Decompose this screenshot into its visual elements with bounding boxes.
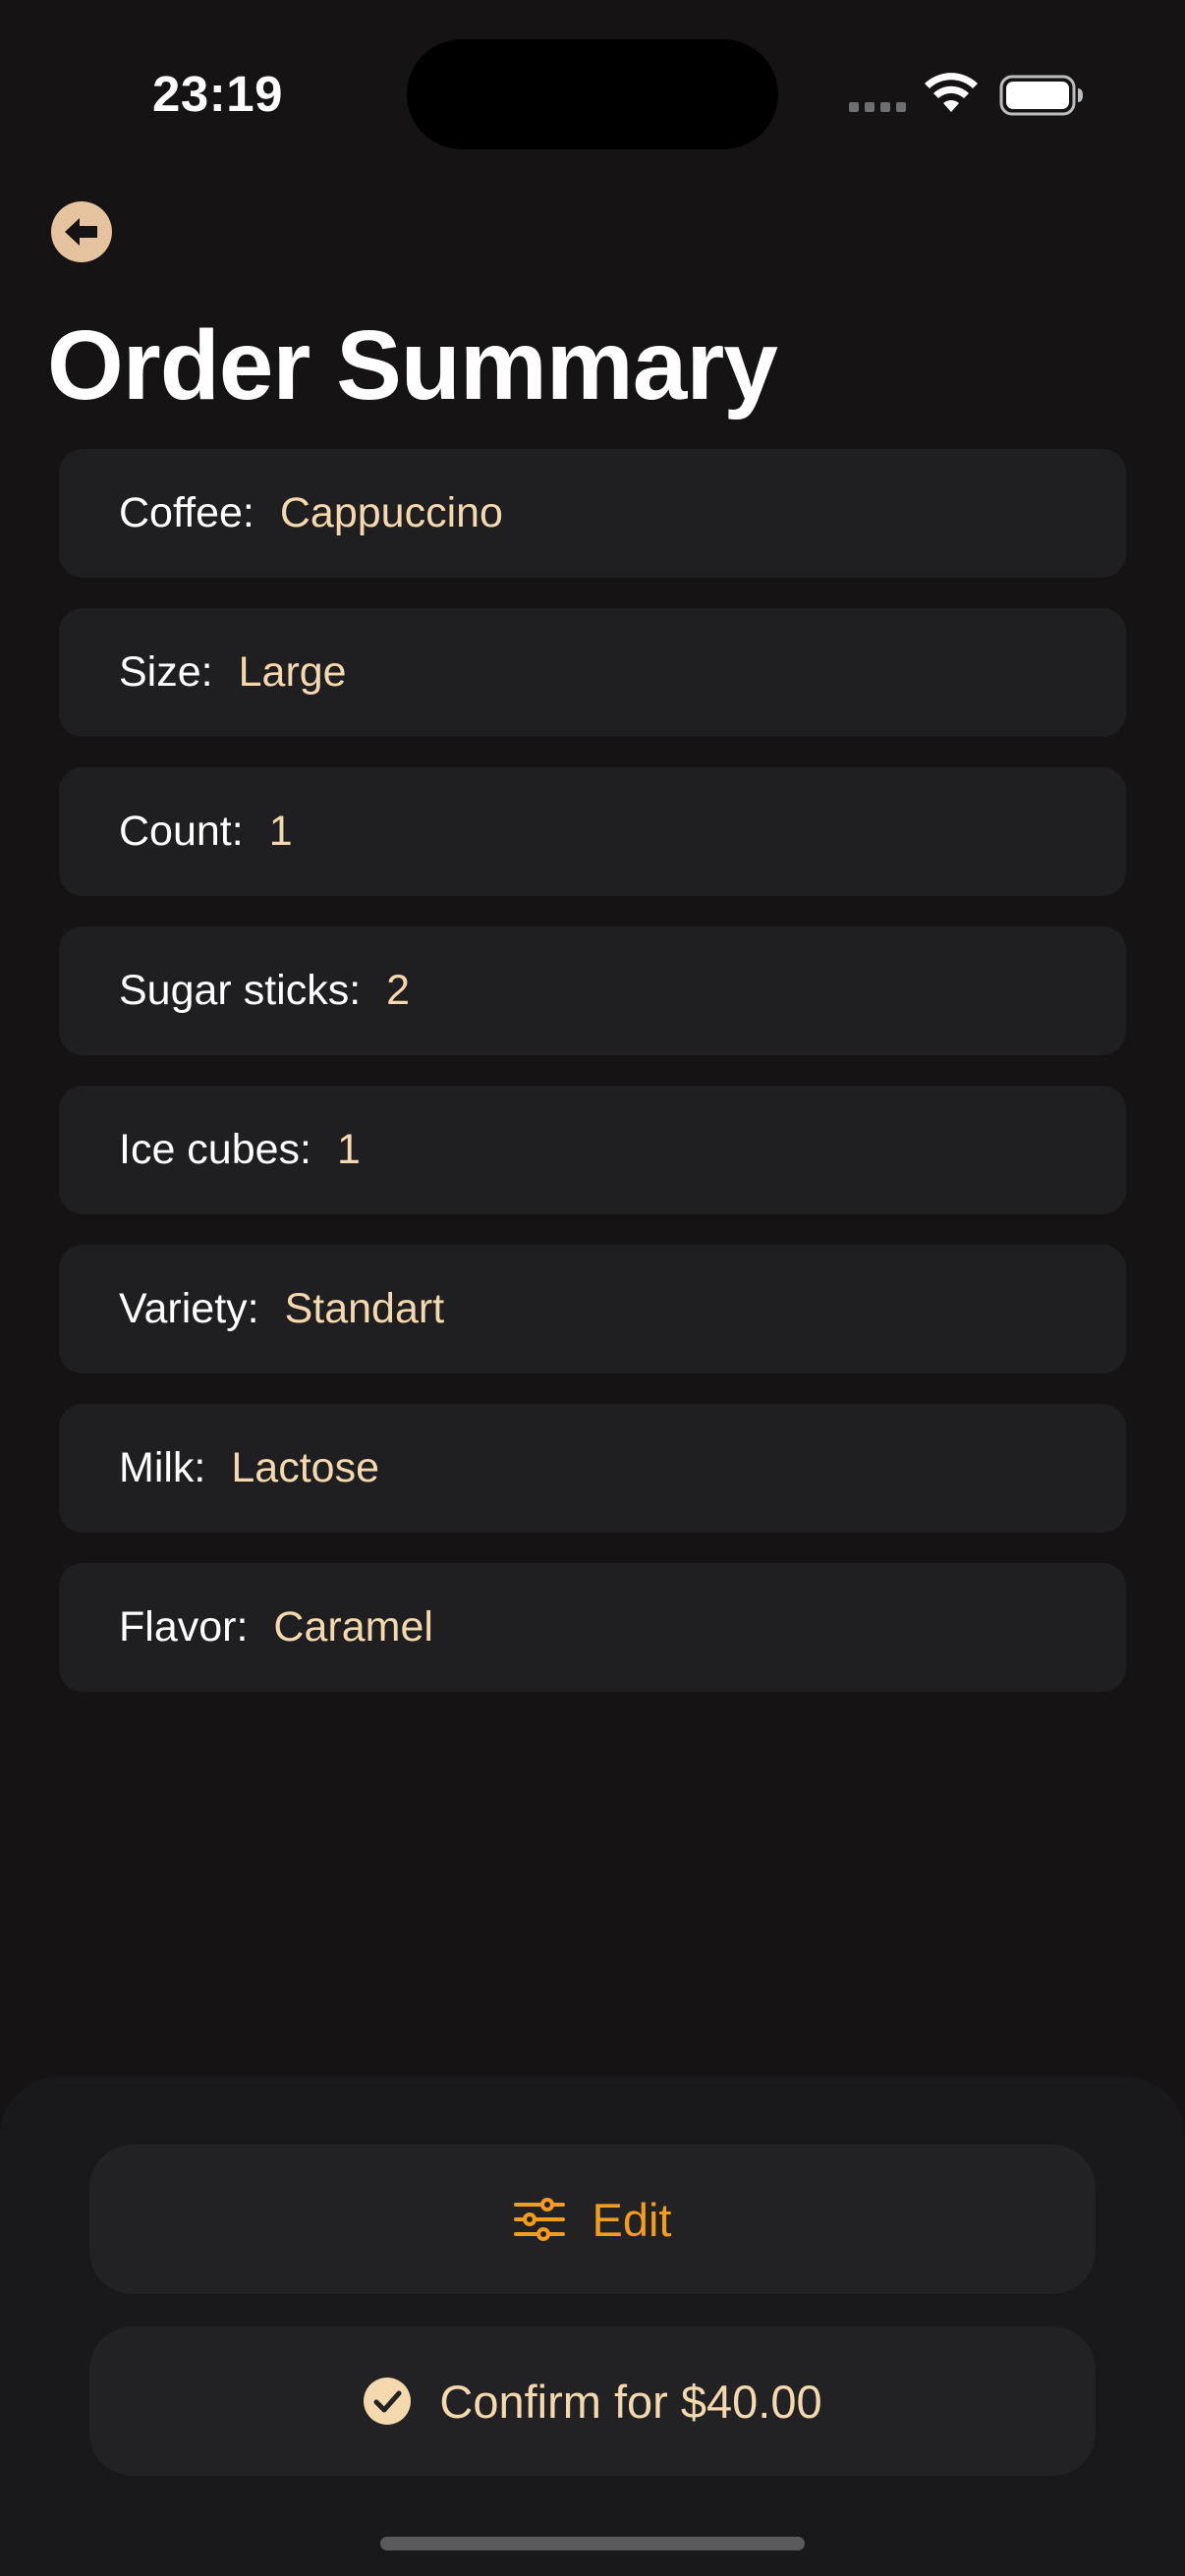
row-value: 1 [337, 1126, 361, 1173]
row-label: Milk: [119, 1444, 206, 1491]
row-label: Variety: [119, 1285, 259, 1332]
order-row-flavor: Flavor: Caramel [59, 1563, 1126, 1692]
row-value: Lactose [231, 1444, 379, 1491]
signal-icon [849, 102, 906, 112]
row-value: Caramel [273, 1603, 433, 1651]
order-row-coffee: Coffee: Cappuccino [59, 449, 1126, 578]
order-row-count: Count: 1 [59, 767, 1126, 896]
confirm-button-label: Confirm for $40.00 [439, 2375, 822, 2428]
sliders-icon [513, 2198, 565, 2241]
row-value: Standart [284, 1285, 445, 1332]
battery-icon [999, 75, 1083, 116]
row-value: Large [238, 648, 347, 696]
home-indicator [380, 2537, 805, 2550]
row-label: Ice cubes: [119, 1126, 311, 1173]
order-summary-screen: 23:19 Order Summary Coffee: Cappuccino S… [0, 0, 1185, 2576]
dynamic-island [407, 39, 778, 149]
order-row-sugar-sticks: Sugar sticks: 2 [59, 926, 1126, 1055]
order-details-list: Coffee: Cappuccino Size: Large Count: 1 … [59, 449, 1126, 1722]
back-button[interactable] [51, 201, 112, 262]
edit-button-label: Edit [592, 2193, 672, 2246]
row-label: Flavor: [119, 1603, 249, 1651]
wifi-icon [925, 73, 978, 112]
row-value: 2 [386, 967, 411, 1014]
order-row-ice-cubes: Ice cubes: 1 [59, 1086, 1126, 1214]
confirm-order-button[interactable]: Confirm for $40.00 [89, 2326, 1096, 2476]
page-title: Order Summary [47, 310, 778, 420]
arrow-left-circle-icon [65, 218, 97, 246]
row-label: Sugar sticks: [119, 967, 362, 1014]
edit-button[interactable]: Edit [89, 2145, 1096, 2294]
row-label: Size: [119, 648, 213, 696]
order-row-variety: Variety: Standart [59, 1245, 1126, 1373]
order-row-milk: Milk: Lactose [59, 1404, 1126, 1533]
row-label: Count: [119, 808, 244, 855]
checkmark-circle-icon [364, 2378, 412, 2425]
row-label: Coffee: [119, 489, 254, 536]
order-row-size: Size: Large [59, 608, 1126, 737]
status-time: 23:19 [152, 66, 283, 122]
row-value: 1 [268, 808, 293, 855]
row-value: Cappuccino [279, 489, 503, 536]
